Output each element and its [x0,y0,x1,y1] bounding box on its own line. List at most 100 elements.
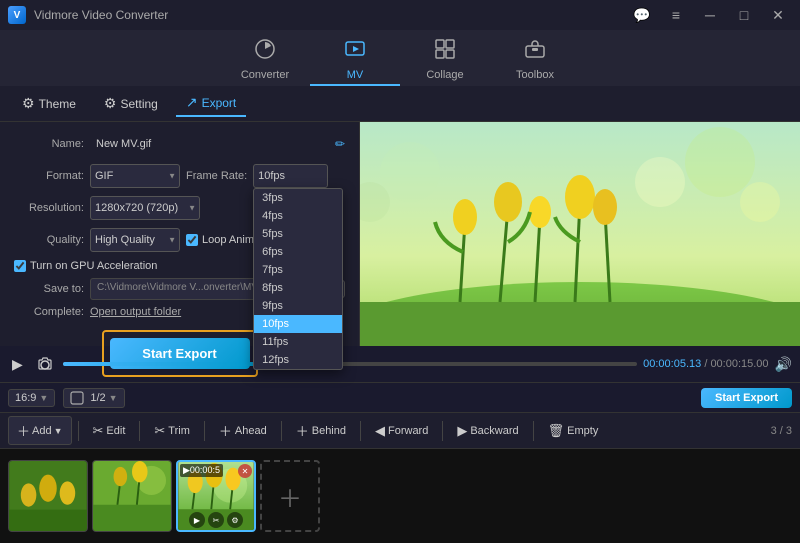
edit-button[interactable]: ✂ Edit [85,419,134,443]
edit-icon[interactable]: ✏ [335,137,345,151]
open-folder-button[interactable]: Open output folder [90,306,181,318]
theme-icon: ⚙ [22,95,35,112]
framerate-select[interactable]: 10fps [253,164,328,188]
format-label: Format: [14,170,84,182]
film-play-btn[interactable]: ▶ [189,512,205,528]
backward-button[interactable]: ▶ Backward [449,419,526,443]
tab-converter-label: Converter [241,69,289,81]
film-thumb-3[interactable]: ▶00:00:5 ✕ ▶ ✂ ⚙ [176,460,256,532]
gpu-label: Turn on GPU Acceleration [30,260,157,272]
trim-button[interactable]: ✂ Trim [146,419,198,443]
collage-icon [434,38,456,65]
framerate-wrapper: 10fps 3fps 4fps 5fps 6fps 7fps 8fps 9fps… [253,164,328,188]
tab-converter[interactable]: Converter [220,34,310,86]
quality-select[interactable]: High Quality [90,228,180,252]
film-thumb-close-3[interactable]: ✕ [238,464,252,478]
film-settings-btn[interactable]: ⚙ [227,512,243,528]
quality-select-wrapper: High Quality [90,228,180,252]
page-indicator-button[interactable]: 1/2 ▼ [63,388,124,408]
toolbox-icon [524,38,546,65]
fps-7[interactable]: 7fps [254,261,342,279]
divider-6 [442,421,443,441]
tab-collage[interactable]: Collage [400,34,490,86]
page-count: 3 / 3 [771,425,792,437]
tab-collage-label: Collage [426,69,463,81]
nav-tabs: Converter MV Collage [0,30,800,86]
name-label: Name: [14,138,84,150]
app-icon: V [8,6,26,24]
film-thumb-overlay: ▶00:00:5 [180,464,223,477]
loop-animation-checkbox[interactable] [186,234,198,246]
name-input[interactable] [90,132,329,156]
tab-mv-label: MV [347,69,364,81]
app-title: Vidmore Video Converter [34,8,168,22]
tab-mv[interactable]: MV [310,34,400,86]
fps-9[interactable]: 9fps [254,297,342,315]
add-icon: ＋ [17,421,30,440]
ahead-button[interactable]: ＋ Ahead [211,417,275,444]
menu-button[interactable]: ≡ [662,6,690,24]
divider-7 [533,421,534,441]
divider-5 [360,421,361,441]
fps-4[interactable]: 4fps [254,207,342,225]
behind-button[interactable]: ＋ Behind [288,417,354,444]
resolution-select[interactable]: 1280x720 (720p) [90,196,200,220]
complete-label: Complete: [14,306,84,318]
snapshot-button[interactable] [33,354,57,374]
converter-icon [254,38,276,65]
trim-icon: ✂ [154,423,165,439]
fps-3[interactable]: 3fps [254,189,342,207]
film-thumb-2[interactable] [92,460,172,532]
film-thumb-1[interactable] [8,460,88,532]
frame-rate-section: Frame Rate: 10fps 3fps 4fps 5fps 6fps 7f… [186,164,328,188]
bottom-toolbar: ＋ Add ▼ ✂ Edit ✂ Trim ＋ Ahead ＋ Behind ◀… [0,412,800,448]
preview-panel [360,122,800,346]
quality-label: Quality: [14,234,84,246]
maximize-button[interactable]: □ [730,6,758,24]
fps-10[interactable]: 10fps [254,315,342,333]
chat-button[interactable]: 💬 [628,6,656,24]
fps-11[interactable]: 11fps [254,333,342,351]
volume-icon[interactable]: 🔊 [775,356,792,373]
format-select-wrapper: GIF [90,164,180,188]
resolution-label: Resolution: [14,202,84,214]
theme-button[interactable]: ⚙ Theme [12,91,86,116]
fps-8[interactable]: 8fps [254,279,342,297]
divider-1 [78,421,79,441]
film-cut-btn[interactable]: ✂ [208,512,224,528]
progress-fill [63,362,258,366]
save-to-label: Save to: [14,283,84,295]
title-bar: V Vidmore Video Converter 💬 ≡ ─ □ ✕ [0,0,800,30]
forward-button[interactable]: ◀ Forward [367,419,436,443]
minimize-button[interactable]: ─ [696,6,724,24]
add-thumb-button[interactable]: ＋ [260,460,320,532]
progress-bar[interactable] [63,362,637,366]
title-bar-controls: 💬 ≡ ─ □ ✕ [628,6,792,24]
setting-button[interactable]: ⚙ Setting [94,91,168,116]
framerate-label: Frame Rate: [186,170,247,182]
gpu-checkbox[interactable] [14,260,26,272]
aspect-ratio-button[interactable]: 16:9 ▼ [8,389,55,407]
fps-5[interactable]: 5fps [254,225,342,243]
fps-6[interactable]: 6fps [254,243,342,261]
filmstrip: ▶00:00:5 ✕ ▶ ✂ ⚙ ＋ [0,448,800,543]
name-row: Name: ✏ [14,132,345,156]
format-framerate-row: Format: GIF Frame Rate: 10fps 3fps [14,164,345,188]
resolution-select-wrapper: 1280x720 (720p) [90,196,200,220]
export-button[interactable]: ↗ Export [176,90,246,117]
empty-button[interactable]: 🗑 Empty [540,419,607,443]
toolbar: ⚙ Theme ⚙ Setting ↗ Export [0,86,800,122]
format-select[interactable]: GIF [90,164,180,188]
play-button[interactable]: ▶ [8,354,27,375]
backward-icon: ▶ [457,423,467,439]
start-export-timeline-button[interactable]: Start Export [701,388,792,408]
main-area: Name: ✏ Format: GIF Frame Rate: 10fps [0,122,800,346]
film-thumb-controls: ▶ ✂ ⚙ [189,512,243,528]
tab-toolbox[interactable]: Toolbox [490,34,580,86]
add-button[interactable]: ＋ Add ▼ [8,416,72,445]
behind-icon: ＋ [296,421,309,440]
fps-12[interactable]: 12fps [254,351,342,369]
framerate-dropdown[interactable]: 3fps 4fps 5fps 6fps 7fps 8fps 9fps 10fps… [253,188,343,370]
edit-icon: ✂ [93,423,104,439]
close-button[interactable]: ✕ [764,6,792,24]
